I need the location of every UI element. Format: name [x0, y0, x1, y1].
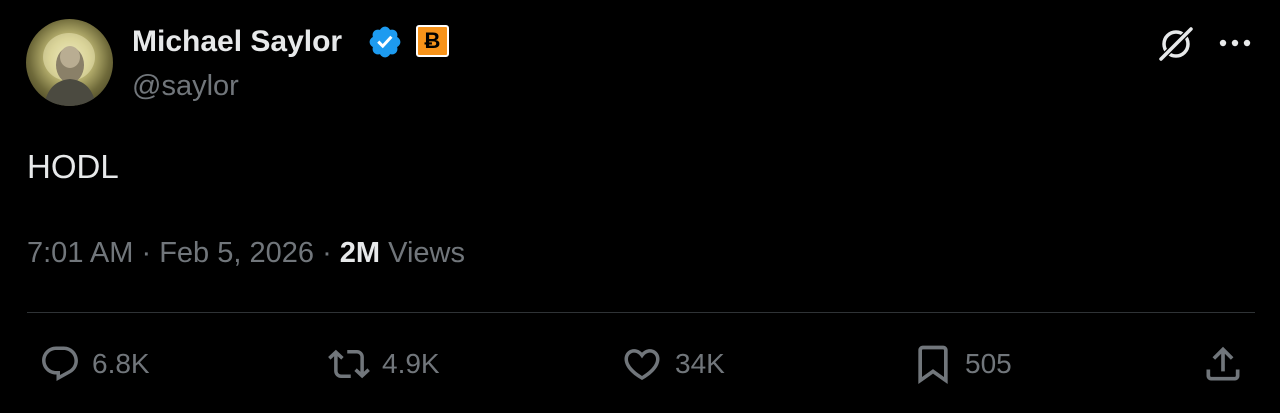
tweet-date[interactable]: Feb 5, 2026 — [159, 237, 314, 269]
bitcoin-icon: Ƀ — [424, 28, 441, 53]
reply-count: 6.8K — [92, 348, 150, 379]
retweet-icon — [328, 349, 370, 379]
like-icon — [624, 349, 660, 381]
retweet-count: 4.9K — [382, 348, 440, 379]
bookmark-icon — [918, 345, 948, 385]
retweet-button[interactable]: 4.9K — [326, 343, 440, 385]
tweet-text: HODL — [27, 148, 119, 185]
author-handle[interactable]: @saylor — [132, 68, 239, 104]
views-label[interactable]: Views — [388, 237, 465, 269]
bitcoin-affiliate-badge[interactable]: Ƀ — [416, 25, 449, 57]
author-display-name[interactable]: Michael Saylor — [132, 23, 342, 61]
like-button[interactable]: 34K — [619, 343, 725, 385]
bookmark-count: 505 — [965, 348, 1012, 379]
more-icon[interactable] — [1217, 31, 1253, 55]
grok-icon[interactable] — [1157, 25, 1195, 63]
share-button[interactable] — [1201, 343, 1245, 385]
tweet-time[interactable]: 7:01 AM — [27, 237, 133, 269]
verified-badge-icon[interactable] — [367, 24, 403, 60]
divider — [27, 312, 1255, 313]
reply-icon — [42, 346, 78, 381]
tweet-meta: 7:01 AM · Feb 5, 2026 · 2M Views — [27, 235, 465, 271]
bookmark-button[interactable]: 505 — [911, 343, 1012, 385]
avatar[interactable] — [26, 19, 113, 106]
meta-separator: · — [141, 237, 152, 269]
reply-button[interactable]: 6.8K — [38, 343, 150, 385]
like-count: 34K — [675, 348, 725, 379]
share-icon — [1206, 346, 1240, 381]
views-count[interactable]: 2M — [340, 237, 380, 269]
meta-separator: · — [322, 237, 332, 269]
